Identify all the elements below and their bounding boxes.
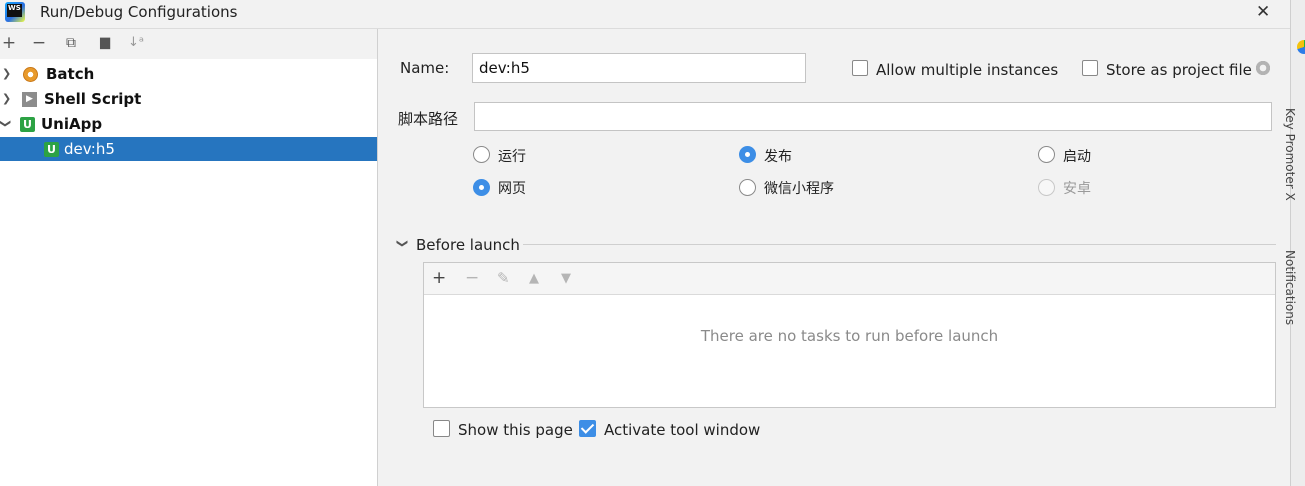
tree-item-label: UniApp <box>41 115 103 133</box>
chevron-down-icon[interactable]: ❯ <box>0 119 12 128</box>
script-path-label: 脚本路径 <box>398 110 459 128</box>
script-path-input[interactable] <box>474 102 1272 131</box>
uniapp-icon: U <box>44 142 59 157</box>
store-project-checkbox[interactable] <box>1082 60 1098 76</box>
chevron-down-icon[interactable]: ❯ <box>396 239 409 248</box>
tree-item-shell-script[interactable]: ❯ ▶ Shell Script <box>0 87 377 111</box>
chevron-right-icon[interactable]: ❯ <box>2 92 11 105</box>
tree-toolbar: + − ⧉ ▆ ↓ᵃ <box>0 29 377 59</box>
move-down-icon: ▼ <box>561 271 571 286</box>
show-page-checkbox[interactable] <box>433 420 450 437</box>
radio-wechat-miniprogram-label[interactable]: 微信小程序 <box>764 178 834 198</box>
radio-start-label[interactable]: 启动 <box>1063 146 1091 166</box>
browser-globe-icon[interactable] <box>1297 40 1305 54</box>
radio-wechat-miniprogram[interactable] <box>739 179 756 196</box>
store-project-label[interactable]: Store as project file <box>1106 61 1252 79</box>
tree-item-label: Batch <box>46 65 95 83</box>
tree-item-uniapp[interactable]: ❯ U UniApp <box>0 112 377 136</box>
title-bar: WS Run/Debug Configurations ✕ <box>0 0 1290 27</box>
allow-multiple-checkbox[interactable] <box>852 60 868 76</box>
remove-config-icon[interactable]: − <box>30 34 48 52</box>
key-promoter-tab[interactable]: Key Promoter X <box>1283 108 1297 201</box>
move-up-icon: ▲ <box>529 271 539 286</box>
name-field[interactable]: dev:h5 <box>472 53 806 83</box>
allow-multiple-label[interactable]: Allow multiple instances <box>876 61 1058 79</box>
tree-item-batch[interactable]: ❯ Batch <box>0 62 377 86</box>
webstorm-logo-icon: WS <box>5 2 25 22</box>
tree-item-label: dev:h5 <box>64 140 115 158</box>
radio-run[interactable] <box>473 146 490 163</box>
name-label: Name: <box>400 59 450 77</box>
before-launch-title: Before launch <box>416 236 520 254</box>
radio-android <box>1038 179 1055 196</box>
before-launch-tasks: + − ✎ ▲ ▼ There are no tasks to run befo… <box>423 262 1276 408</box>
close-icon[interactable]: ✕ <box>1256 2 1270 22</box>
empty-tasks-message: There are no tasks to run before launch <box>700 327 999 345</box>
batch-gear-icon <box>23 67 38 82</box>
remove-task-icon: − <box>465 268 480 288</box>
activate-tool-label[interactable]: Activate tool window <box>604 421 760 439</box>
activate-tool-checkbox[interactable] <box>579 420 596 437</box>
tree-item-label: Shell Script <box>44 90 142 108</box>
add-config-icon[interactable]: + <box>0 34 18 52</box>
shell-script-icon: ▶ <box>22 92 37 107</box>
tasks-toolbar: + − ✎ ▲ ▼ <box>424 263 1275 295</box>
window-title: Run/Debug Configurations <box>40 3 238 21</box>
notifications-tab[interactable]: Notifications <box>1283 250 1297 325</box>
panel-divider[interactable] <box>377 29 378 486</box>
section-divider <box>523 244 1276 245</box>
radio-publish[interactable] <box>739 146 756 163</box>
uniapp-icon: U <box>20 117 35 132</box>
copy-config-icon[interactable]: ⧉ <box>62 34 80 52</box>
radio-android-label: 安卓 <box>1063 181 1091 197</box>
radio-start[interactable] <box>1038 146 1055 163</box>
add-task-icon[interactable]: + <box>432 268 446 288</box>
radio-web-label[interactable]: 网页 <box>498 178 526 198</box>
sort-icon[interactable]: ↓ᵃ <box>127 34 145 52</box>
radio-run-label[interactable]: 运行 <box>498 146 526 166</box>
configurations-tree-panel: + − ⧉ ▆ ↓ᵃ ❯ Batch ❯ ▶ Shell Script ❯ U … <box>0 29 377 486</box>
edit-pencil-icon: ✎ <box>497 269 510 287</box>
radio-publish-label[interactable]: 发布 <box>764 146 792 166</box>
tree-item-dev-h5[interactable]: U dev:h5 <box>0 137 377 161</box>
side-tool-strip <box>1290 0 1305 486</box>
chevron-right-icon[interactable]: ❯ <box>2 67 11 80</box>
folder-icon[interactable]: ▆ <box>96 34 114 52</box>
radio-web[interactable] <box>473 179 490 196</box>
settings-gear-icon[interactable] <box>1255 60 1271 76</box>
show-page-label[interactable]: Show this page <box>458 421 573 439</box>
